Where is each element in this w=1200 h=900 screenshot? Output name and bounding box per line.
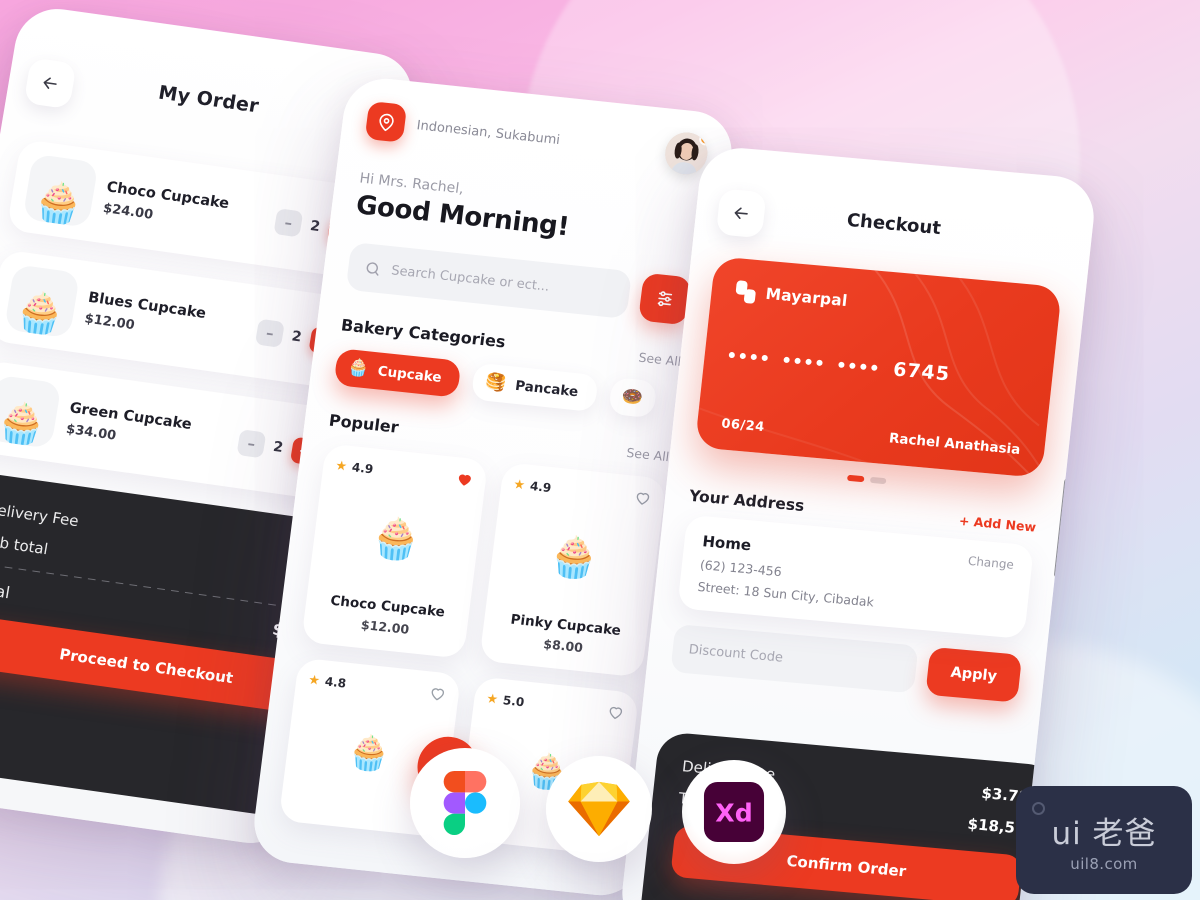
category-chip-label: Cupcake [376,362,443,386]
product-image: 🧁 [498,497,650,619]
heart-filled-icon[interactable] [455,469,475,489]
category-chip-donut[interactable]: 🍩 [607,376,658,419]
popular-see-all-link[interactable]: See All [626,445,670,464]
category-chip-cupcake[interactable]: 🧁 Cupcake [333,348,462,398]
product-thumbnail: 🧁 [0,374,62,449]
address-card[interactable]: Change Home (62) 123-456 Street: 18 Sun … [677,514,1035,640]
donut-icon: 🍩 [620,386,645,409]
card-brand-icon [735,280,757,304]
category-chip-label: Pancake [514,377,580,400]
star-icon: ★ [485,690,499,708]
cupcake-icon: 🧁 [345,731,393,776]
search-input[interactable]: Search Cupcake or ect... [345,241,633,320]
decrease-quantity-button[interactable]: – [273,208,304,238]
tool-badge-xd[interactable]: Xd [682,760,786,864]
rating: ★ 4.8 [307,672,347,691]
search-row: Search Cupcake or ect... [345,241,692,326]
delivery-fee-label: Delivery Fee [0,499,81,531]
map-pin-icon [379,113,394,131]
svg-text:Xd: Xd [715,799,752,828]
cupcake-icon: 🧁 [368,513,424,565]
payment-card[interactable]: Mayarpal 6745 06/24 Rachel Anathasia [694,256,1063,479]
apply-discount-button[interactable]: Apply [925,646,1023,703]
order-item-info: Choco Cupcake $24.00 [90,177,278,239]
discount-code-input[interactable]: Discount Code [670,624,919,694]
rating-value: 4.9 [529,478,553,496]
rating: ★ 5.0 [486,691,526,710]
cupcake-icon: 🧁 [346,357,371,380]
carousel-dot-active[interactable] [846,474,865,483]
categories-title: Bakery Categories [339,315,507,352]
watermark-url: uil8.com [1070,854,1138,873]
sketch-icon [568,781,630,837]
category-chip-pancake[interactable]: 🥞 Pancake [471,362,599,413]
add-new-address-button[interactable]: + Add New [958,513,1037,535]
search-placeholder: Search Cupcake or ect... [390,262,551,295]
rating-value: 4.8 [324,674,347,691]
order-item-info: Blues Cupcake $12.00 [72,288,260,350]
quantity-value: 2 [272,438,285,457]
product-thumbnail: 🧁 [22,153,99,228]
watermark-title: ui 老爸 [1051,815,1157,852]
adobe-xd-icon: Xd [703,781,765,843]
total-label: Total [0,577,12,602]
heart-outline-icon[interactable] [428,683,448,703]
star-icon: ★ [307,672,321,689]
pancake-icon: 🥞 [484,371,508,394]
categories-see-all-link[interactable]: See All [638,350,682,369]
sliders-icon [657,291,673,307]
rating-value: 5.0 [502,693,526,710]
star-icon: ★ [512,476,527,493]
carousel-dot[interactable] [869,476,886,485]
poster-stage: My Order 🧁 Choco Cupcake $24.00 – 2 + [0,0,1200,900]
masked-digits-group [783,356,823,367]
subtotal-label: Sub total [0,531,50,559]
cupcake-icon: 🧁 [11,287,69,339]
product-thumbnail: 🧁 [3,264,81,339]
masked-digits-group [838,361,878,371]
product-card[interactable]: ★ 4.9 🧁 Choco Cupcake $12.00 [301,443,489,659]
tool-badge-figma[interactable] [410,748,520,858]
quantity-value: 2 [308,217,322,236]
cupcake-icon: 🧁 [0,398,50,449]
product-card[interactable]: ★ 4.9 🧁 Pinky Cupcake $8.00 [479,462,667,678]
heart-outline-icon[interactable] [633,488,653,508]
search-icon [366,261,379,276]
cupcake-icon: 🧁 [546,532,602,584]
rating: ★ 4.9 [335,458,375,477]
address-title: Your Address [688,486,806,515]
heart-outline-icon[interactable] [606,702,626,722]
star-icon: ★ [334,457,348,475]
rating: ★ 4.9 [513,477,553,496]
quantity-value: 2 [290,328,303,346]
order-item-info: Green Cupcake $34.00 [53,398,241,460]
tool-badge-sketch[interactable] [546,756,652,862]
location-bar: Indonesian, Sukabumi [364,99,710,177]
rating-value: 4.9 [351,460,375,477]
figma-icon [443,771,487,835]
product-image: 🧁 [320,478,472,600]
cupcake-icon: 🧁 [29,177,87,228]
masked-digits-group [728,351,769,362]
discount-row: Discount Code Apply [670,624,1023,703]
location-label: Indonesian, Sukabumi [415,117,561,148]
decrease-quantity-button[interactable]: – [236,429,267,459]
location-button[interactable] [364,101,408,143]
watermark-hole-icon [1032,802,1045,815]
decrease-quantity-button[interactable]: – [254,318,285,348]
watermark-badge: ui 老爸 uil8.com [1016,786,1192,894]
popular-title: Populer [327,410,400,437]
